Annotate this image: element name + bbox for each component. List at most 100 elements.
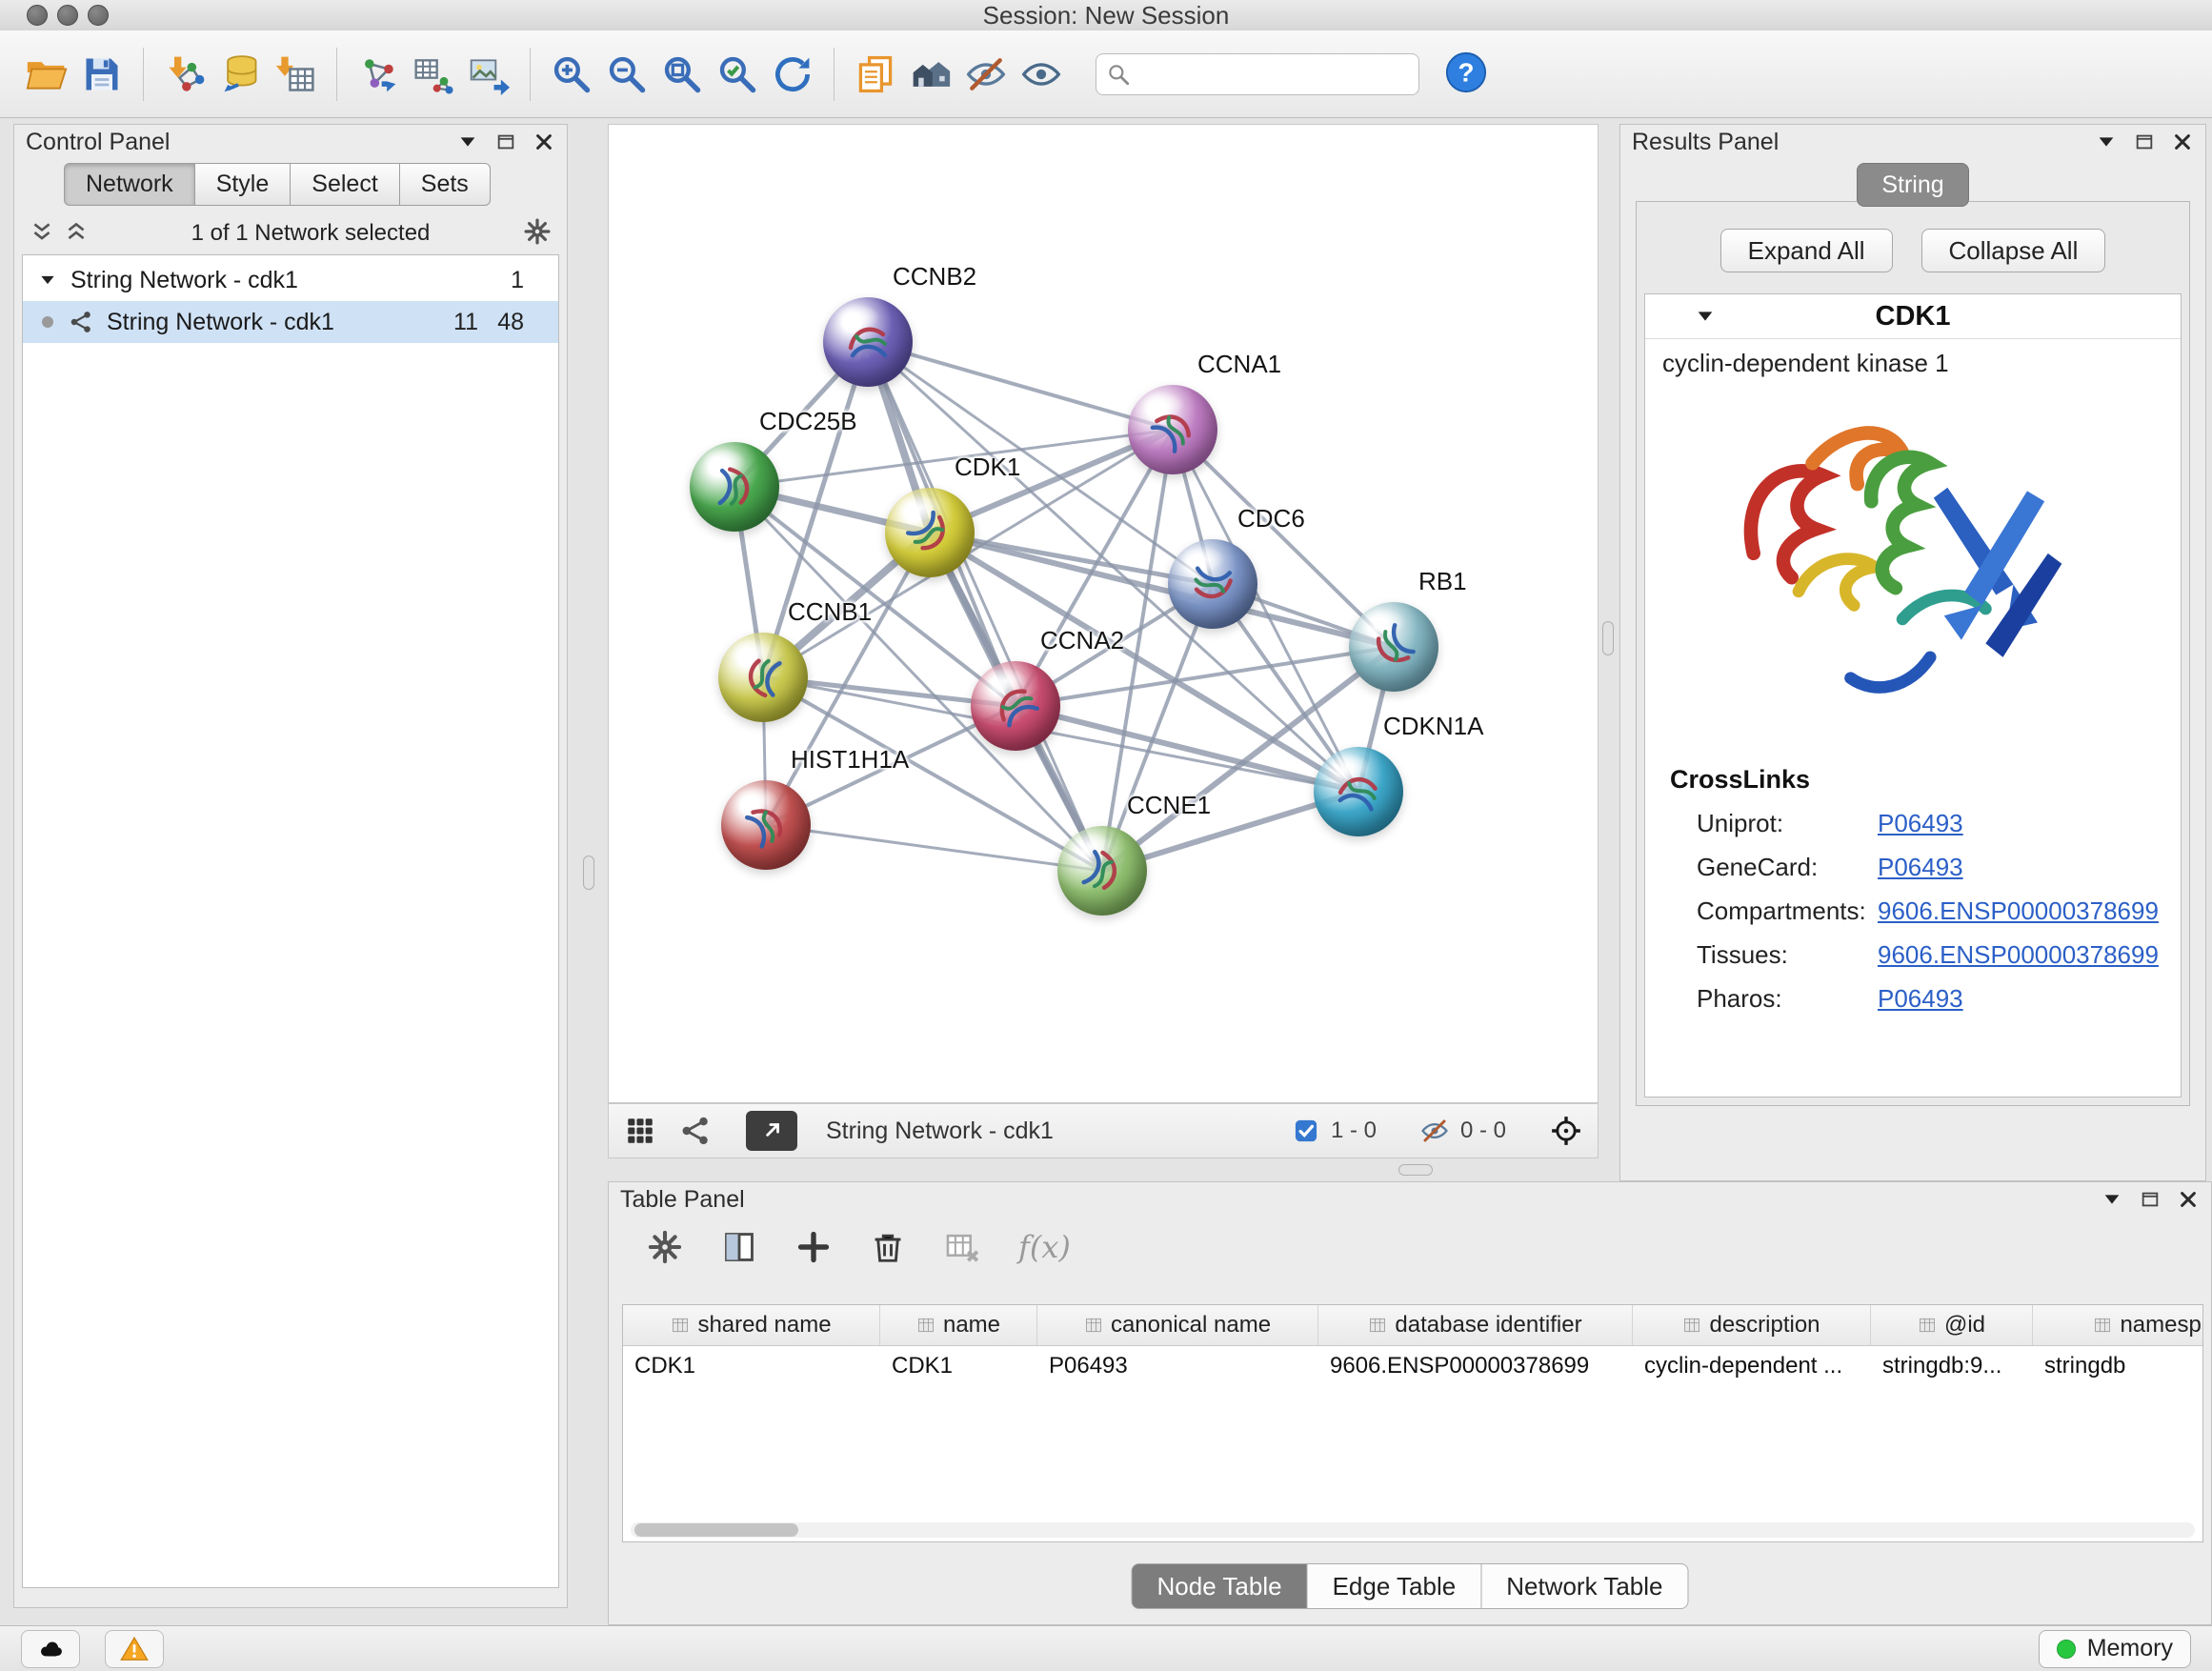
- export-image-button[interactable]: [464, 50, 513, 99]
- crosslink-value-link[interactable]: 9606.ENSP00000378699: [1878, 939, 2159, 970]
- crosslink-value-link[interactable]: P06493: [1878, 852, 1963, 882]
- import-network-from-file-button[interactable]: [160, 50, 210, 99]
- import-table-from-file-button[interactable]: [271, 50, 320, 99]
- table-panel-collapse-button[interactable]: [2101, 1188, 2123, 1211]
- create-column-button[interactable]: [795, 1229, 832, 1265]
- crosslink-value-link[interactable]: 9606.ENSP00000378699: [1878, 896, 2159, 926]
- crosshair-icon[interactable]: [1550, 1115, 1582, 1147]
- tab-style[interactable]: Style: [194, 163, 292, 206]
- results-panel-close-button[interactable]: [2171, 131, 2194, 153]
- zoom-fit-button[interactable]: [657, 50, 707, 99]
- table-cell[interactable]: cyclin-dependent ...: [1633, 1353, 1871, 1379]
- tab-network[interactable]: Network: [64, 163, 195, 206]
- hide-selected-button[interactable]: [961, 50, 1011, 99]
- network-node-cdc6[interactable]: [1168, 539, 1257, 629]
- show-all-button[interactable]: [1016, 50, 1066, 99]
- zoom-in-button[interactable]: [547, 50, 596, 99]
- network-node-ccne1[interactable]: [1057, 826, 1147, 916]
- copy-style-button[interactable]: [851, 50, 900, 99]
- network-canvas[interactable]: CCNB2CCNA1CDC25BCDK1CDC6RB1CCNB1CCNA2CDK…: [608, 124, 1599, 1103]
- minimize-window-button[interactable]: [57, 5, 78, 26]
- hidden-eye-slash-icon[interactable]: [1420, 1117, 1449, 1145]
- collapse-all-networks-button[interactable]: [30, 219, 54, 247]
- network-node-cdkn1a[interactable]: [1314, 747, 1403, 836]
- results-tab-string[interactable]: String: [1857, 163, 1969, 207]
- network-collection-row[interactable]: String Network - cdk1 1: [23, 259, 558, 301]
- network-node-rb1[interactable]: [1349, 602, 1438, 692]
- bottom-splitter-handle[interactable]: [1398, 1164, 1433, 1176]
- table-horizontal-scrollbar[interactable]: [631, 1522, 2195, 1538]
- tab-node-table[interactable]: Node Table: [1132, 1563, 1308, 1609]
- table-cell[interactable]: stringdb:9...: [1871, 1353, 2033, 1379]
- export-table-button[interactable]: [409, 50, 458, 99]
- network-node-cdc25b[interactable]: [690, 442, 779, 532]
- delete-table-button[interactable]: [944, 1229, 980, 1265]
- network-view-string-button[interactable]: [679, 1115, 712, 1147]
- tab-sets[interactable]: Sets: [399, 163, 491, 206]
- node-details-header[interactable]: CDK1: [1645, 294, 2181, 339]
- network-node-ccnb2[interactable]: [823, 297, 913, 387]
- network-node-ccna1[interactable]: [1128, 385, 1217, 474]
- table-panel-float-button[interactable]: [2139, 1188, 2162, 1211]
- help-button[interactable]: [1444, 50, 1488, 97]
- cloud-status-button[interactable]: [21, 1630, 80, 1668]
- column-header-shared-name[interactable]: shared name: [623, 1305, 880, 1345]
- table-cell[interactable]: CDK1: [880, 1353, 1037, 1379]
- table-row[interactable]: CDK1CDK1P064939606.ENSP00000378699cyclin…: [623, 1346, 2202, 1386]
- detach-view-button[interactable]: [746, 1111, 797, 1151]
- network-node-cdk1[interactable]: [885, 488, 975, 577]
- crosslink-value-link[interactable]: P06493: [1878, 983, 1963, 1014]
- column-header-description[interactable]: description: [1633, 1305, 1871, 1345]
- zoom-window-button[interactable]: [88, 5, 109, 26]
- control-panel-float-button[interactable]: [494, 131, 517, 153]
- open-session-button[interactable]: [22, 50, 71, 99]
- save-session-button[interactable]: [77, 50, 127, 99]
- first-neighbors-button[interactable]: [906, 50, 955, 99]
- table-cell[interactable]: CDK1: [623, 1353, 880, 1379]
- column-header-canonical-name[interactable]: canonical name: [1037, 1305, 1318, 1345]
- apply-layout-button[interactable]: [768, 50, 817, 99]
- network-edge-hist1h1a-ccne1[interactable]: [766, 825, 1102, 871]
- selected-checkbox-icon[interactable]: [1293, 1117, 1319, 1144]
- expand-all-button[interactable]: Expand All: [1720, 229, 1893, 272]
- network-node-hist1h1a[interactable]: [721, 780, 811, 870]
- column-header-database-identifier[interactable]: database identifier: [1318, 1305, 1633, 1345]
- control-panel-collapse-button[interactable]: [456, 131, 479, 153]
- function-builder-button[interactable]: f(x): [1018, 1229, 1071, 1265]
- network-node-ccna2[interactable]: [971, 661, 1060, 751]
- collapse-all-button[interactable]: Collapse All: [1921, 229, 2106, 272]
- import-network-from-database-button[interactable]: [215, 50, 265, 99]
- expand-all-networks-button[interactable]: [64, 219, 89, 247]
- table-cell[interactable]: P06493: [1037, 1353, 1318, 1379]
- delete-column-button[interactable]: [870, 1229, 906, 1265]
- network-options-button[interactable]: [523, 217, 552, 249]
- crosslink-value-link[interactable]: P06493: [1878, 808, 1963, 838]
- warnings-button[interactable]: [105, 1630, 164, 1668]
- table-cell[interactable]: 9606.ENSP00000378699: [1318, 1353, 1633, 1379]
- memory-button[interactable]: Memory: [2039, 1630, 2191, 1668]
- show-grid-button[interactable]: [624, 1115, 656, 1147]
- tab-edge-table[interactable]: Edge Table: [1307, 1563, 1482, 1609]
- new-network-from-selection-button[interactable]: [353, 50, 403, 99]
- column-header-namespace[interactable]: namespace: [2033, 1305, 2203, 1345]
- results-panel-collapse-button[interactable]: [2095, 131, 2118, 153]
- column-header--id[interactable]: @id: [1871, 1305, 2033, 1345]
- right-splitter-handle[interactable]: [1602, 621, 1614, 655]
- control-panel-close-button[interactable]: [533, 131, 555, 153]
- network-row-selected[interactable]: String Network - cdk1 11 48: [23, 301, 558, 343]
- network-node-ccnb1[interactable]: [718, 633, 808, 722]
- table-panel-close-button[interactable]: [2177, 1188, 2200, 1211]
- close-window-button[interactable]: [27, 5, 48, 26]
- tab-select[interactable]: Select: [290, 163, 399, 206]
- table-cell[interactable]: stringdb: [2033, 1353, 2203, 1379]
- results-panel-float-button[interactable]: [2133, 131, 2156, 153]
- zoom-out-button[interactable]: [602, 50, 652, 99]
- table-options-button[interactable]: [647, 1229, 683, 1265]
- column-header-name[interactable]: name: [880, 1305, 1037, 1345]
- scrollbar-thumb[interactable]: [634, 1523, 798, 1537]
- tab-network-table[interactable]: Network Table: [1480, 1563, 1688, 1609]
- zoom-selected-button[interactable]: [713, 50, 762, 99]
- show-columns-button[interactable]: [721, 1229, 757, 1265]
- left-splitter-handle[interactable]: [583, 856, 594, 890]
- network-edge-ccnb2-ccne1[interactable]: [868, 342, 1102, 871]
